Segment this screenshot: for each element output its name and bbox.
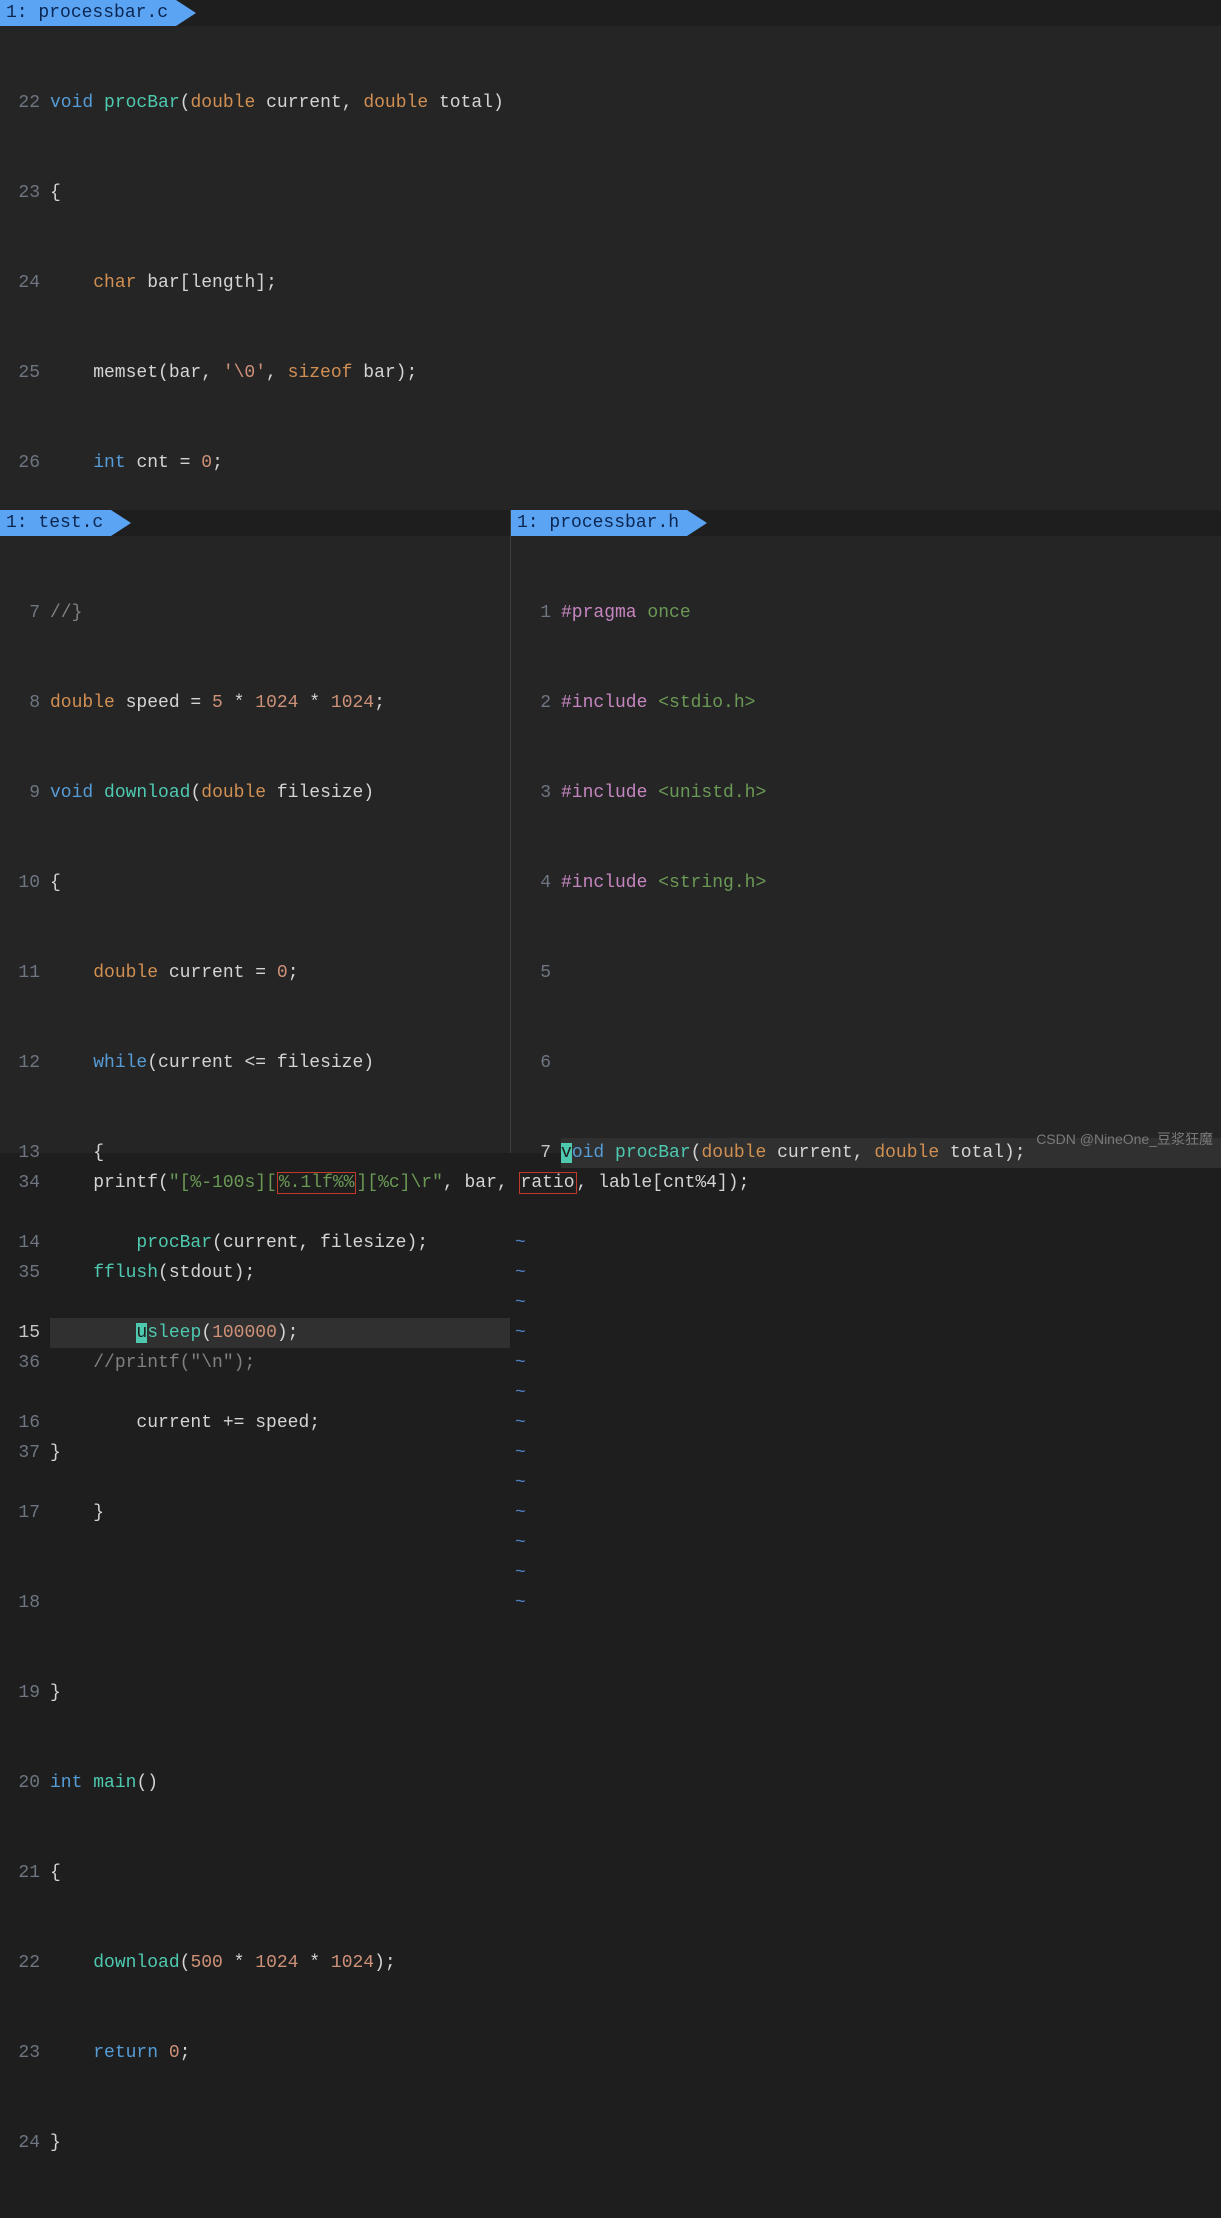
cursor: v xyxy=(561,1143,572,1163)
tab-index: 1: xyxy=(6,3,28,23)
tab-bar-top: 1: processbar.c xyxy=(0,0,1221,26)
code-area-right[interactable]: 1#pragma once 2#include <stdio.h> 3#incl… xyxy=(511,536,1221,1228)
tab-index: 1: xyxy=(517,513,539,533)
empty-line-tildes: ~ ~ ~ ~ ~ ~ ~ ~ ~ ~ ~ ~ ~ xyxy=(511,1228,1221,1618)
tab-filename: processbar.c xyxy=(38,3,168,23)
tab-bar-right: 1: processbar.h xyxy=(511,510,1221,536)
tab-test-c[interactable]: 1: test.c xyxy=(0,510,111,536)
tab-bar-left: 1: test.c xyxy=(0,510,510,536)
tab-filename: test.c xyxy=(38,513,103,533)
tab-processbar-c[interactable]: 1: processbar.c xyxy=(0,0,176,26)
editor-pane-top: 1: processbar.c 22void procBar(double cu… xyxy=(0,0,1221,510)
watermark: CSDN @NineOne_豆浆狂魔 xyxy=(1036,1129,1213,1149)
line-number: 22 xyxy=(0,88,50,118)
code-area-left[interactable]: 7//} 8double speed = 5 * 1024 * 1024; 9v… xyxy=(0,536,510,2218)
tab-filename: processbar.h xyxy=(549,513,679,533)
tab-processbar-h[interactable]: 1: processbar.h xyxy=(511,510,687,536)
editor-pane-bottom-left: 1: test.c 7//} 8double speed = 5 * 1024 … xyxy=(0,510,510,1153)
editor-pane-bottom-right: 1: processbar.h 1#pragma once 2#include … xyxy=(510,510,1221,1153)
tab-index: 1: xyxy=(6,513,28,533)
current-line: 15 usleep(100000); xyxy=(0,1318,510,1348)
cursor: u xyxy=(136,1323,147,1343)
